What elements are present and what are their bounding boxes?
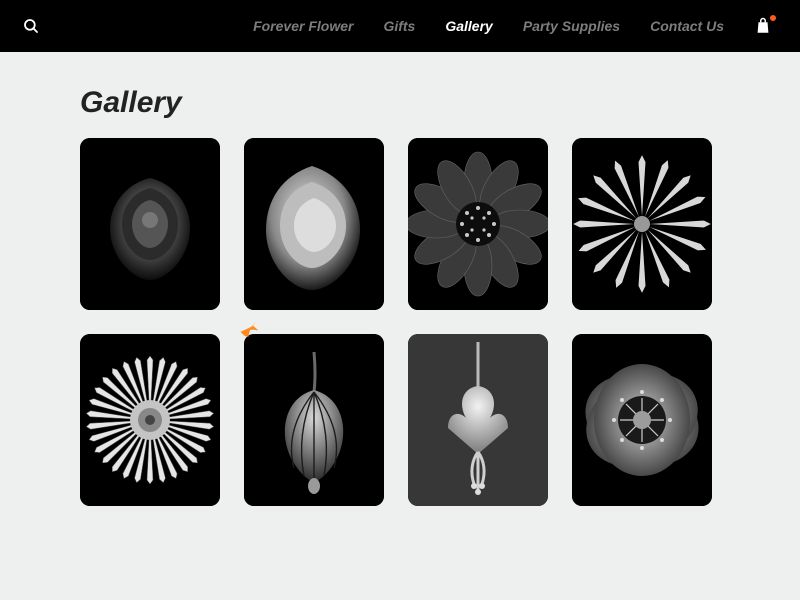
flower-art <box>244 334 384 506</box>
flower-art <box>244 138 384 310</box>
nav-gallery[interactable]: Gallery <box>445 18 492 34</box>
gallery-item-strawflower[interactable] <box>80 334 220 506</box>
site-header: Forever Flower Gifts Gallery Party Suppl… <box>0 0 800 52</box>
nav-party-supplies[interactable]: Party Supplies <box>523 18 620 34</box>
gallery-item-rose-dark[interactable] <box>80 138 220 310</box>
nav-forever-flower[interactable]: Forever Flower <box>253 18 353 34</box>
page-title: Gallery <box>80 86 720 120</box>
search-button[interactable] <box>22 17 40 35</box>
gallery-item-abutilon[interactable] <box>244 334 384 506</box>
cart-badge-dot <box>770 15 776 21</box>
primary-nav: Forever Flower Gifts Gallery Party Suppl… <box>253 17 772 35</box>
flower-art <box>408 138 548 310</box>
nav-gifts[interactable]: Gifts <box>383 18 415 34</box>
gallery-item-zinnia[interactable] <box>408 138 548 310</box>
flower-art <box>80 138 220 310</box>
gallery-item-fuchsia[interactable] <box>408 334 548 506</box>
search-icon <box>22 17 40 35</box>
flower-art <box>80 334 220 506</box>
shopping-bag-icon <box>754 17 772 35</box>
gallery-grid <box>80 138 720 506</box>
gallery-item-water-lily[interactable] <box>572 138 712 310</box>
flower-art <box>408 334 548 506</box>
gallery-item-rose-light[interactable] <box>244 138 384 310</box>
nav-contact-us[interactable]: Contact Us <box>650 18 724 34</box>
gallery-page: Gallery <box>0 52 800 506</box>
cart-button[interactable] <box>754 17 772 35</box>
gallery-item-poppy[interactable] <box>572 334 712 506</box>
flower-art <box>572 138 712 310</box>
flower-art <box>572 334 712 506</box>
